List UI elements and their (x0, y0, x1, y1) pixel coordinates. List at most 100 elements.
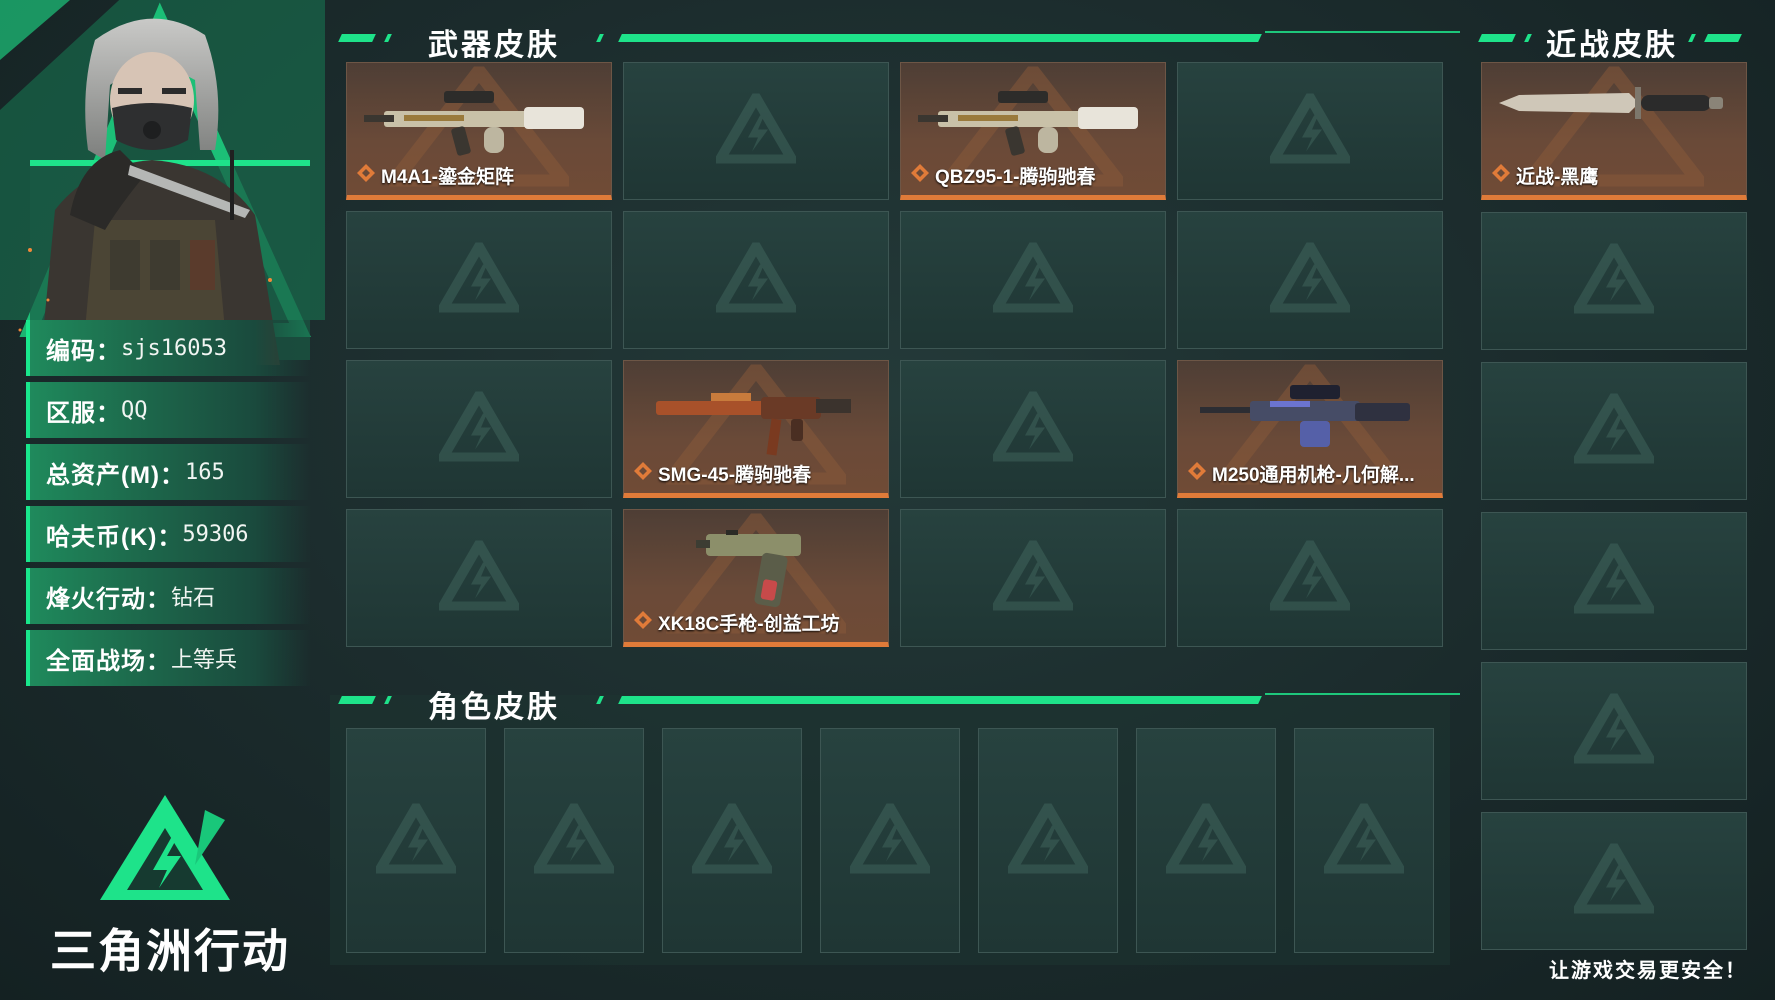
weapon-skin-empty-slot[interactable] (900, 211, 1166, 349)
weapon-skin-empty-slot[interactable] (346, 509, 612, 647)
weapon-skin-name-text: QBZ95-1-腾驹驰春 (935, 167, 1096, 188)
empty-slot-logo-icon (1161, 797, 1251, 878)
profile-row-server: 区服： QQ (26, 382, 311, 438)
profile-row-code: 编码： sjs16053 (26, 320, 311, 376)
weapon-skin-name: XK18C手枪-创益工坊 (634, 609, 880, 636)
melee-skin-empty-slot[interactable] (1481, 512, 1747, 650)
weapon-skin-card[interactable]: M4A1-鎏金矩阵 (346, 62, 612, 200)
profile-label: 哈夫币(K)： (46, 523, 183, 551)
character-skin-empty-slot[interactable] (662, 728, 802, 953)
weapon-skin-name-text: SMG-45-腾驹驰春 (658, 465, 812, 486)
empty-slot-logo-icon (1319, 797, 1409, 878)
empty-slot-logo-icon (1569, 537, 1659, 619)
empty-slot-logo-icon (371, 797, 461, 878)
weapon-section-title: 武器皮肤 (428, 29, 560, 62)
empty-slot-logo-icon (1569, 687, 1659, 769)
knife-icon (1499, 73, 1729, 138)
weapon-skin-grid: M4A1-鎏金矩阵 QBZ95-1-腾驹驰春 SMG-45-腾驹驰春 M250通用机枪… (346, 62, 1443, 647)
empty-slot-logo-icon (1569, 837, 1659, 919)
profile-row-operations-rank: 烽火行动： 钻石 (26, 568, 311, 624)
smg-icon (651, 371, 861, 466)
melee-skin-empty-slot[interactable] (1481, 812, 1747, 950)
weapon-skin-name-text: M4A1-鎏金矩阵 (381, 167, 515, 188)
weapon-skin-empty-slot[interactable] (346, 360, 612, 498)
weapon-skin-name-text: M250通用机枪-几何解... (1212, 465, 1415, 486)
melee-skin-name-text: 近战-黑鹰 (1516, 167, 1599, 188)
weapon-skin-empty-slot[interactable] (1177, 62, 1443, 200)
weapon-skin-card[interactable]: M250通用机枪-几何解... (1177, 360, 1443, 498)
weapon-skin-card[interactable]: QBZ95-1-腾驹驰春 (900, 62, 1166, 200)
weapon-skin-empty-slot[interactable] (900, 509, 1166, 647)
weapon-section-header: 武器皮肤 (338, 18, 1460, 62)
profile-row-hafcoin: 哈夫币(K)： 59306 (26, 506, 311, 562)
profile-panel: 编码： sjs16053 区服： QQ 总资产(M)： 165 哈夫币(K)： … (0, 0, 325, 1000)
profile-value: 上等兵 (171, 648, 238, 673)
melee-skin-empty-slot[interactable] (1481, 662, 1747, 800)
operator-portrait (18, 18, 310, 365)
weapon-skin-empty-slot[interactable] (623, 62, 889, 200)
profile-label: 总资产(M)： (46, 461, 185, 489)
profile-value: QQ (121, 397, 148, 423)
melee-skin-name: 近战-黑鹰 (1492, 162, 1738, 189)
profile-label: 烽火行动： (46, 585, 171, 613)
character-skin-empty-slot[interactable] (1294, 728, 1434, 953)
empty-slot-logo-icon (434, 385, 524, 467)
profile-label: 编码： (46, 337, 121, 365)
weapon-skin-empty-slot[interactable] (1177, 211, 1443, 349)
profile-row-total-assets: 总资产(M)： 165 (26, 444, 311, 500)
profile-row-warfare-rank: 全面战场： 上等兵 (26, 630, 311, 686)
empty-slot-logo-icon (988, 385, 1078, 467)
character-skin-empty-slot[interactable] (504, 728, 644, 953)
machine-gun-icon (1200, 371, 1420, 466)
empty-slot-logo-icon (1003, 797, 1093, 878)
profile-value: 59306 (182, 521, 249, 547)
rarity-diamond-icon (634, 610, 652, 635)
character-skin-empty-slot[interactable] (1136, 728, 1276, 953)
rarity-diamond-icon (1492, 163, 1510, 188)
weapon-skin-name: M250通用机枪-几何解... (1188, 460, 1434, 487)
rarity-diamond-icon (634, 461, 652, 486)
melee-section-header: 近战皮肤 (1478, 18, 1750, 62)
melee-skin-card[interactable]: 近战-黑鹰 (1481, 62, 1747, 200)
character-section-header: 角色皮肤 (338, 680, 1460, 724)
profile-value: 165 (184, 459, 225, 485)
weapon-skin-empty-slot[interactable] (1177, 509, 1443, 647)
character-skin-empty-slot[interactable] (978, 728, 1118, 953)
brand-name: 三角洲行动 (50, 925, 290, 977)
melee-skin-grid: 近战-黑鹰 (1481, 62, 1747, 950)
empty-slot-logo-icon (1265, 87, 1355, 169)
empty-slot-logo-icon (687, 797, 777, 878)
rifle-icon (918, 73, 1148, 168)
delta-force-logo-icon (100, 795, 230, 900)
weapon-skin-name-text: XK18C手枪-创益工坊 (658, 614, 840, 635)
weapon-skin-empty-slot[interactable] (623, 211, 889, 349)
weapon-skin-card[interactable]: XK18C手枪-创益工坊 (623, 509, 889, 647)
weapon-skin-name: QBZ95-1-腾驹驰春 (911, 162, 1157, 189)
pistol-icon (696, 520, 816, 620)
footer-slogan: 让游戏交易更安全！ (1549, 960, 1747, 982)
rarity-diamond-icon (357, 163, 375, 188)
character-skin-grid (346, 728, 1434, 953)
profile-label: 全面战场： (46, 647, 171, 675)
melee-skin-empty-slot[interactable] (1481, 212, 1747, 350)
empty-slot-logo-icon (1265, 534, 1355, 616)
weapon-skin-card[interactable]: SMG-45-腾驹驰春 (623, 360, 889, 498)
empty-slot-logo-icon (1569, 387, 1659, 469)
empty-slot-logo-icon (529, 797, 619, 878)
character-skin-empty-slot[interactable] (820, 728, 960, 953)
empty-slot-logo-icon (1569, 237, 1659, 319)
rifle-icon (364, 73, 594, 168)
weapon-skin-empty-slot[interactable] (346, 211, 612, 349)
empty-slot-logo-icon (988, 534, 1078, 616)
rarity-diamond-icon (911, 163, 929, 188)
melee-skin-empty-slot[interactable] (1481, 362, 1747, 500)
empty-slot-logo-icon (988, 236, 1078, 318)
empty-slot-logo-icon (1265, 236, 1355, 318)
empty-slot-logo-icon (711, 87, 801, 169)
weapon-skin-name: M4A1-鎏金矩阵 (357, 162, 603, 189)
profile-value: sjs16053 (121, 335, 227, 361)
weapon-skin-empty-slot[interactable] (900, 360, 1166, 498)
empty-slot-logo-icon (711, 236, 801, 318)
rarity-diamond-icon (1188, 461, 1206, 486)
character-skin-empty-slot[interactable] (346, 728, 486, 953)
